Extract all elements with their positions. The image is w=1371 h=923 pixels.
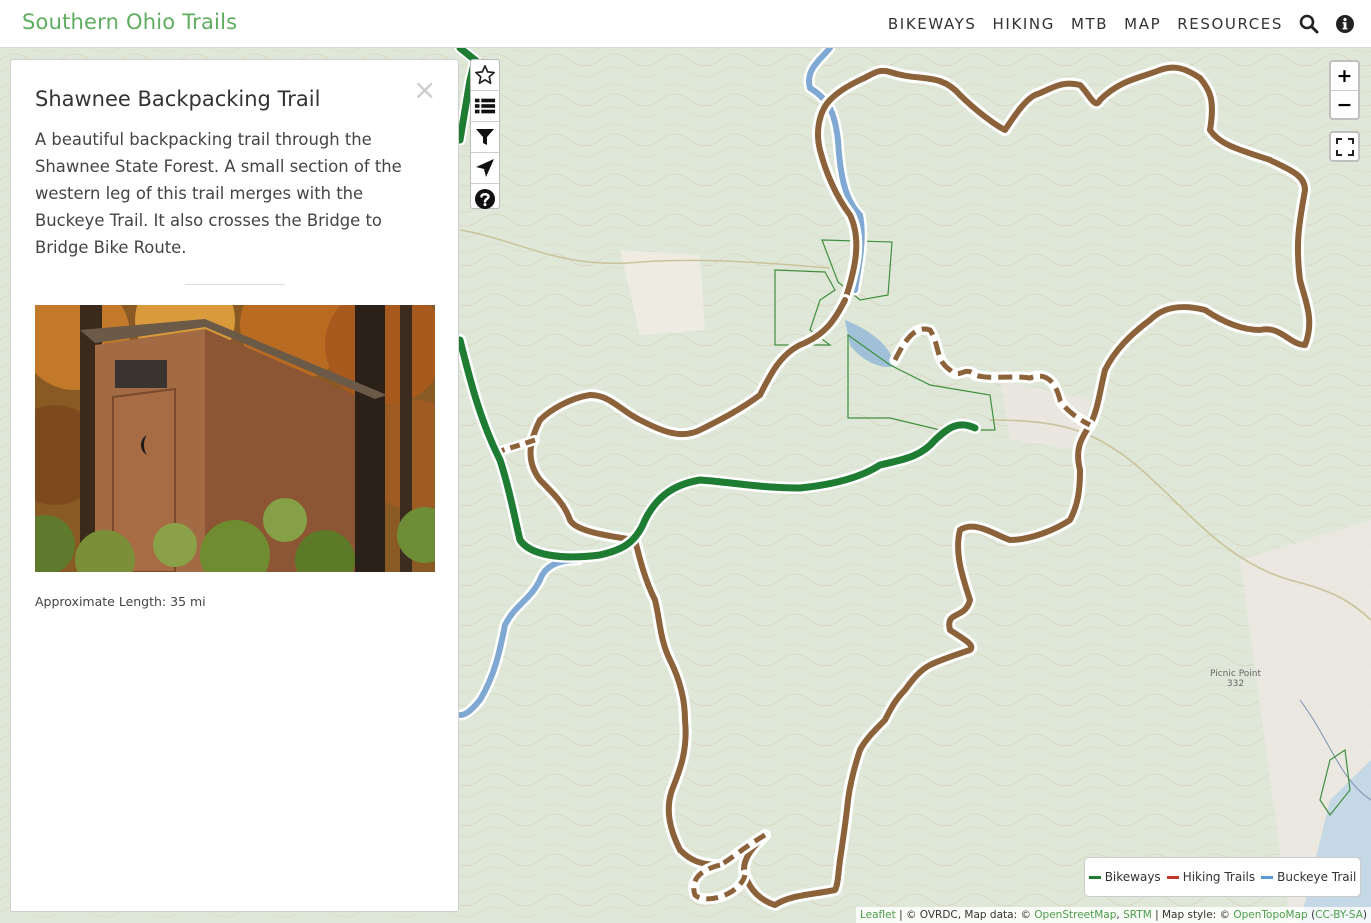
help-icon[interactable] [471,184,499,214]
osm-link[interactable]: OpenStreetMap [1034,909,1116,921]
legend-swatch [1088,875,1101,879]
site-brand[interactable]: Southern Ohio Trails [22,10,237,34]
picnic-point-label: Picnic Point 332 [1210,669,1262,689]
legend-bikeways: Bikeways [1088,870,1161,884]
zoom-control: + − [1329,60,1360,120]
nav-resources[interactable]: RESOURCES [1177,15,1283,33]
zoom-in-button[interactable]: + [1331,62,1358,91]
divider [185,284,285,285]
trail-length: Approximate Length: 35 mi [35,594,206,609]
search-icon[interactable] [1299,14,1319,34]
map-toolbar [470,59,500,209]
trail-info-panel: Shawnee Backpacking Trail × A beautiful … [10,59,459,912]
top-navbar: Southern Ohio Trails BIKEWAYS HIKING MTB… [0,0,1371,48]
fullscreen-icon[interactable] [1329,131,1360,162]
legend-swatch [1261,875,1274,879]
nav-links: BIKEWAYS HIKING MTB MAP RESOURCES [872,0,1355,48]
star-icon[interactable] [471,60,499,91]
list-icon[interactable] [471,91,499,122]
trail-photo [35,305,435,572]
srtm-link[interactable]: SRTM [1123,909,1152,921]
legend-buckeye: Buckeye Trail [1261,870,1356,884]
nav-map[interactable]: MAP [1124,15,1161,33]
nav-hiking[interactable]: HIKING [993,15,1055,33]
panel-title: Shawnee Backpacking Trail [35,87,321,111]
opentopomap-link[interactable]: OpenTopoMap [1233,909,1307,921]
locate-arrow-icon[interactable] [471,153,499,184]
legend-hiking: Hiking Trails [1166,870,1255,884]
map-attribution: Leaflet | © OVRDC, Map data: © OpenStree… [855,907,1371,923]
leaflet-link[interactable]: Leaflet [860,909,896,921]
trail-description: A beautiful backpacking trail through th… [35,130,402,257]
zoom-out-button[interactable]: − [1331,91,1358,119]
nav-bikeways[interactable]: BIKEWAYS [888,15,977,33]
map-legend: Bikeways Hiking Trails Buckeye Trail [1084,857,1361,897]
nav-mtb[interactable]: MTB [1071,15,1108,33]
legend-swatch [1166,875,1179,879]
close-icon[interactable]: × [413,76,436,104]
info-icon[interactable] [1335,14,1355,34]
cc-by-sa-link[interactable]: CC-BY-SA [1315,909,1363,921]
filter-icon[interactable] [471,122,499,153]
